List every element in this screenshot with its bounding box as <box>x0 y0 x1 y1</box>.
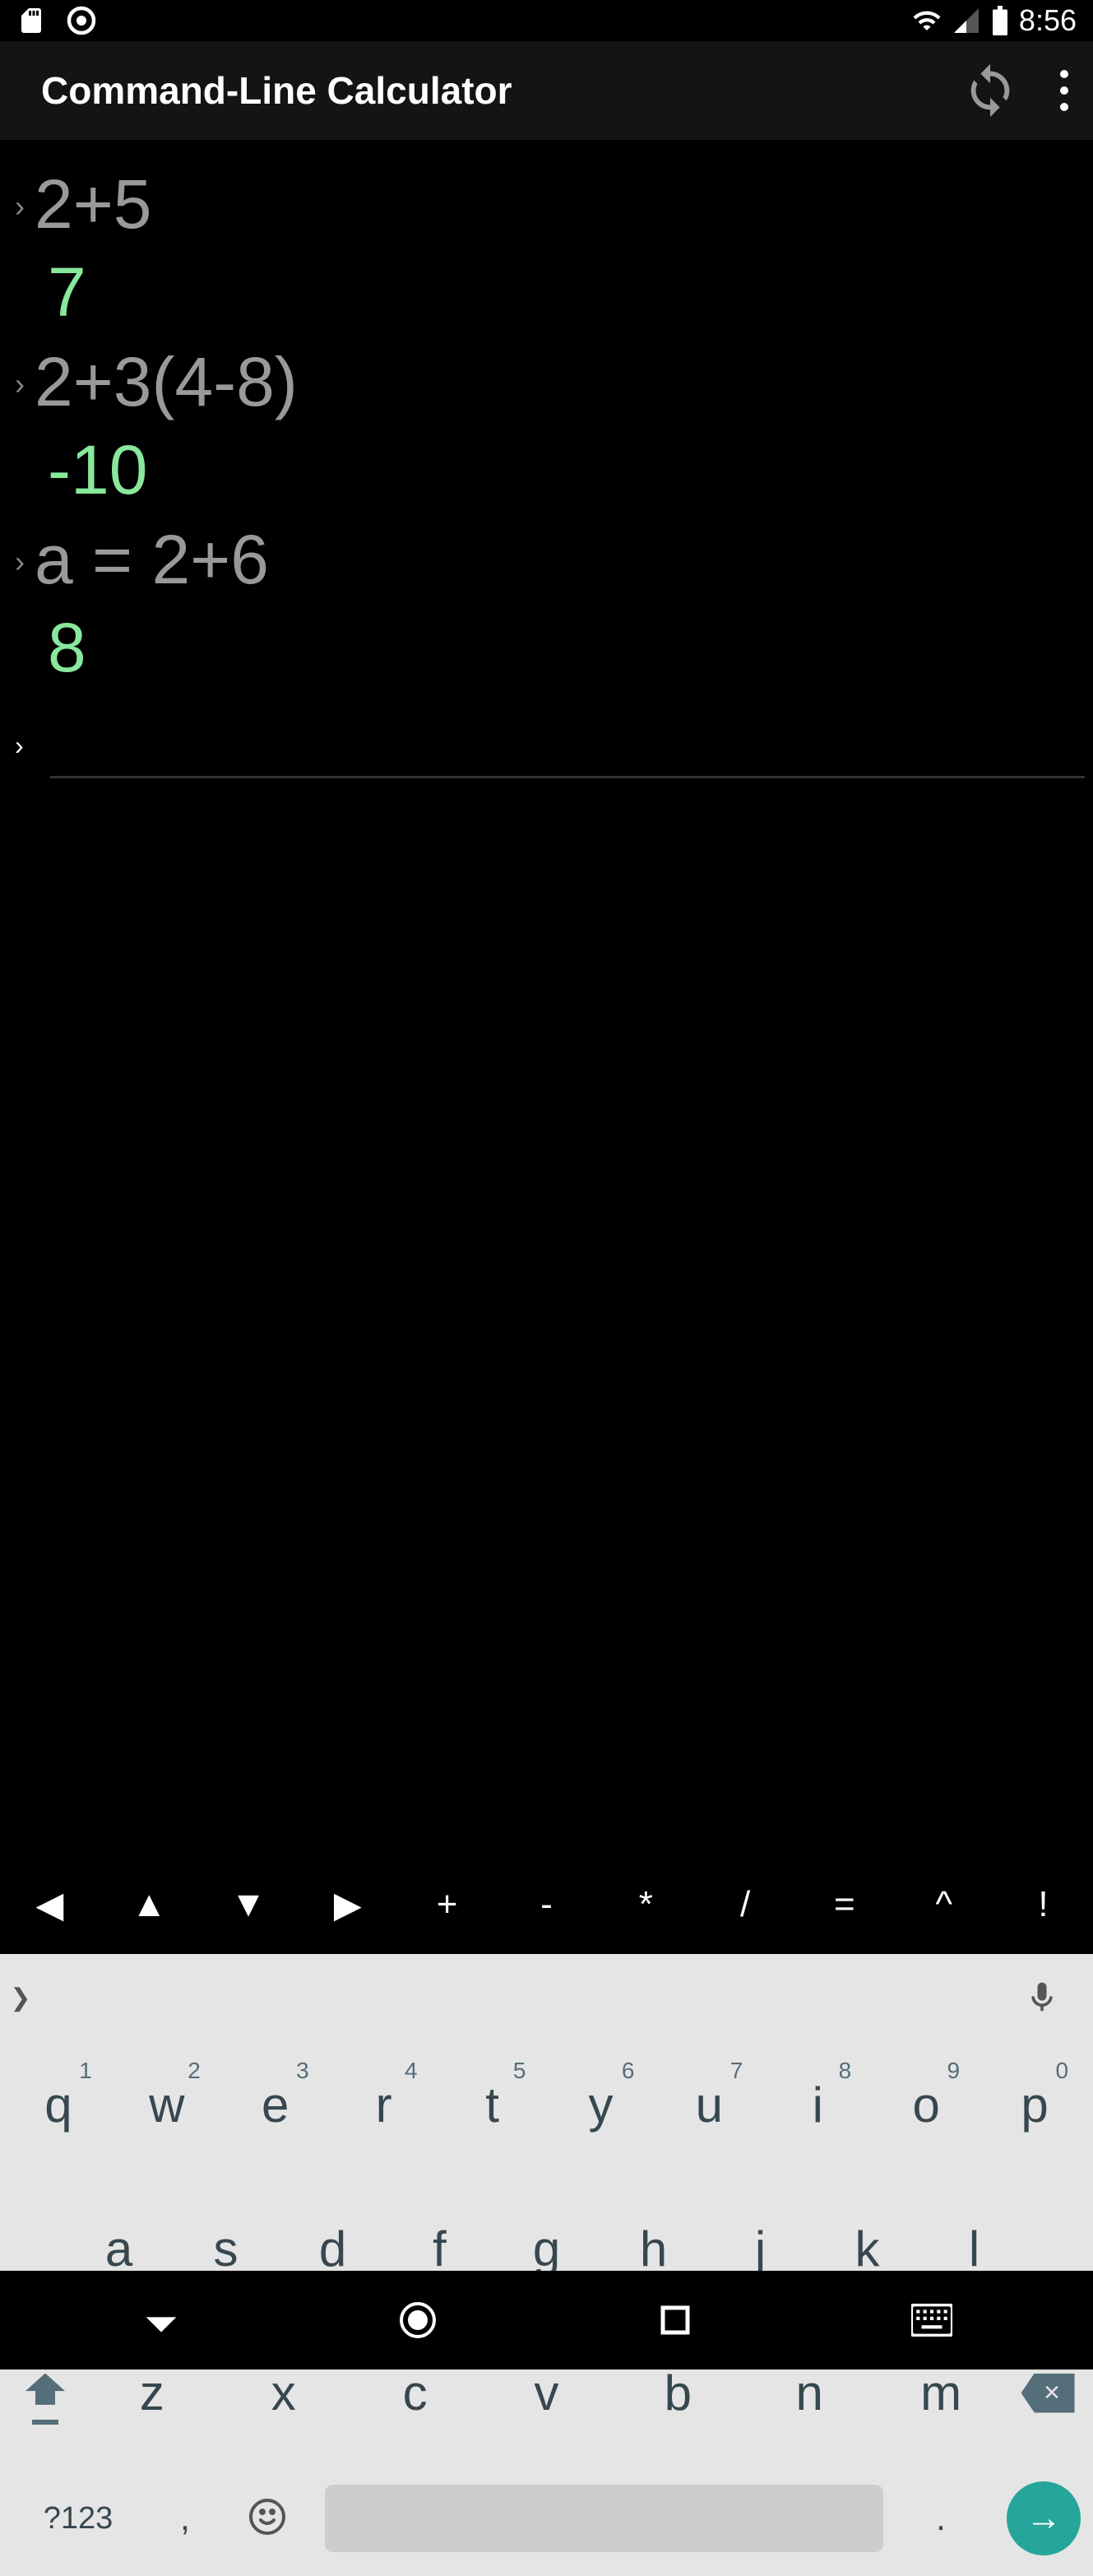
symbol-key[interactable]: ▼ <box>199 1884 299 1925</box>
suggestion-bar: ❯ <box>0 1954 1093 2041</box>
back-button[interactable] <box>124 2302 198 2338</box>
signal-icon <box>952 6 981 35</box>
circle-icon <box>67 6 96 35</box>
symbol-key[interactable]: ▲ <box>100 1884 199 1925</box>
symbol-key[interactable]: = <box>795 1884 895 1925</box>
prompt-icon: › <box>15 731 24 761</box>
keyboard-switch-button[interactable] <box>895 2304 969 2337</box>
symbol-row: ◀▲▼▶+-*/=^! <box>0 1855 1093 1954</box>
prompt-icon: › <box>15 367 25 401</box>
sync-icon[interactable] <box>961 62 1019 119</box>
enter-key[interactable]: → <box>1007 2481 1081 2555</box>
letter-key[interactable]: e3 <box>221 2041 330 2169</box>
letter-key[interactable]: w2 <box>113 2041 221 2169</box>
letter-key[interactable]: q1 <box>4 2041 113 2169</box>
terminal-area: › 2+5 7 › 2+3(4-8)-10 › a = 2+68 › <box>0 140 1093 1374</box>
history-entry: › 2+5 <box>8 165 1085 244</box>
home-button[interactable] <box>381 2300 455 2340</box>
command-input[interactable] <box>50 712 1085 778</box>
expression-text: 2+3(4-8) <box>35 342 298 422</box>
result-text: 8 <box>48 608 1085 688</box>
history-entry: › 2+3(4-8) <box>8 342 1085 422</box>
sd-card-icon <box>16 6 46 35</box>
letter-key[interactable]: t5 <box>438 2041 547 2169</box>
overflow-menu-icon[interactable] <box>1060 70 1068 111</box>
result-text: -10 <box>48 430 1085 510</box>
symbol-key[interactable]: ▶ <box>298 1884 397 1926</box>
letter-key[interactable]: u7 <box>655 2041 763 2169</box>
letter-key[interactable]: i8 <box>763 2041 872 2169</box>
expression-text: 2+5 <box>35 165 152 244</box>
app-actions <box>961 62 1068 119</box>
letter-key[interactable]: o9 <box>872 2041 980 2169</box>
history-entry: › a = 2+6 <box>8 520 1085 600</box>
app-title: Command-Line Calculator <box>41 68 512 113</box>
result-text: 7 <box>48 253 1085 332</box>
battery-icon <box>991 6 1009 35</box>
clock-text: 8:56 <box>1019 3 1077 38</box>
expression-text: a = 2+6 <box>35 520 269 600</box>
symbol-key[interactable]: - <box>497 1884 596 1925</box>
prompt-icon: › <box>15 189 25 224</box>
symbol-key[interactable]: ◀ <box>0 1884 100 1926</box>
wifi-icon <box>912 6 942 35</box>
status-bar: 8:56 <box>0 0 1093 41</box>
letter-key[interactable]: p0 <box>980 2041 1089 2169</box>
space-key[interactable] <box>325 2485 883 2552</box>
recent-apps-button[interactable] <box>638 2304 712 2337</box>
period-key[interactable]: . <box>900 2498 982 2539</box>
symbol-key[interactable]: ! <box>993 1884 1093 1925</box>
letter-key[interactable]: r4 <box>330 2041 438 2169</box>
app-bar: Command-Line Calculator <box>0 41 1093 140</box>
symbol-key[interactable]: ^ <box>894 1884 993 1925</box>
mic-icon[interactable] <box>1024 1980 1060 2016</box>
prompt-icon: › <box>15 545 25 579</box>
keyboard-bottom-row: ?123 , . → <box>0 2473 1093 2564</box>
nav-bar <box>0 2271 1093 2369</box>
status-left <box>16 6 96 35</box>
symbol-mode-key[interactable]: ?123 <box>12 2501 144 2537</box>
symbol-key[interactable]: * <box>596 1884 696 1925</box>
status-right: 8:56 <box>912 3 1077 38</box>
emoji-key[interactable] <box>226 2497 308 2541</box>
expand-suggestions-icon[interactable]: ❯ <box>0 1973 41 2022</box>
symbol-key[interactable]: + <box>397 1884 497 1925</box>
letter-key[interactable]: y6 <box>547 2041 655 2169</box>
symbol-key[interactable]: / <box>696 1884 795 1925</box>
input-line: › <box>8 712 1085 778</box>
comma-key[interactable]: , <box>144 2498 226 2539</box>
